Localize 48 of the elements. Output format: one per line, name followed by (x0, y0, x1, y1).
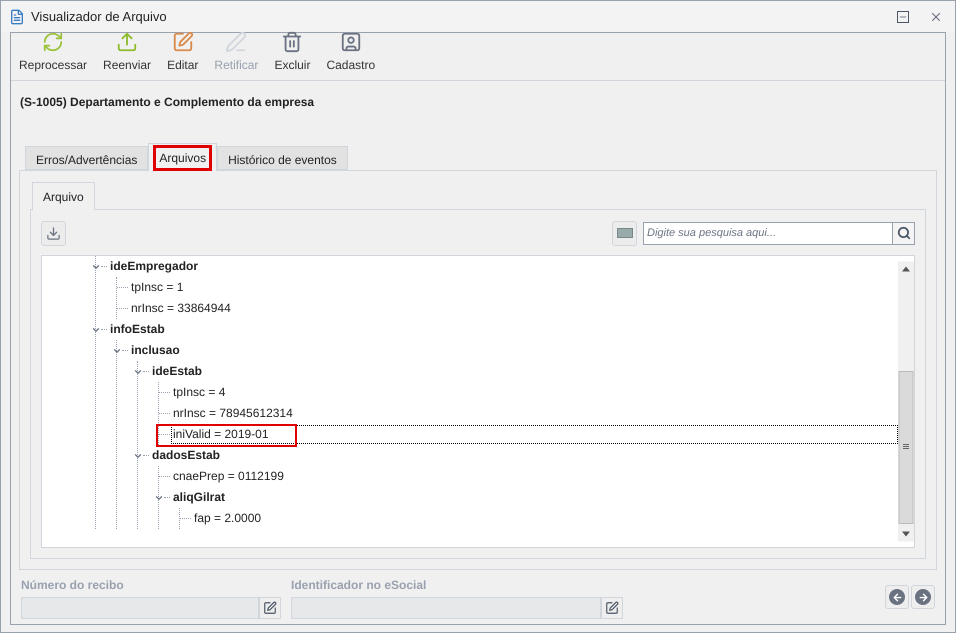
toolbar-button[interactable]: Excluir (274, 31, 310, 74)
tree-leaf[interactable]: nrInsc = 33864944 (129, 299, 233, 318)
toolbar-button[interactable]: Editar (167, 31, 198, 74)
previous-button[interactable] (885, 585, 909, 609)
tree-leaf[interactable]: cnaePrep = 0112199 (171, 467, 286, 486)
trash-icon (281, 31, 304, 53)
tree-node[interactable]: ideEstab (150, 362, 204, 381)
tab[interactable]: Arquivos (148, 143, 218, 171)
xml-button[interactable] (612, 220, 637, 246)
search-button[interactable] (893, 222, 915, 244)
tree-leaf[interactable]: fap = 2.0000 (192, 509, 264, 528)
toolbar-button[interactable]: Cadastro (326, 31, 376, 74)
edit-icon (263, 601, 277, 615)
app-icon (9, 8, 25, 24)
tree-leaf[interactable]: tpInsc = 1 (129, 278, 186, 297)
arrow-right-icon (918, 592, 928, 602)
download-icon (46, 226, 61, 240)
download-button[interactable] (41, 220, 66, 246)
user-card-icon (340, 31, 362, 53)
tree-leaf[interactable]: nrInsc = 78945612314 (171, 404, 295, 423)
tab[interactable]: Erros/Advertências (25, 146, 148, 170)
edit-icon (605, 601, 619, 615)
tree-node[interactable]: aliqGilrat (171, 488, 228, 507)
search-icon (896, 226, 910, 240)
tree-node[interactable]: dadosEstab (150, 446, 222, 465)
edit-button[interactable] (601, 597, 623, 619)
upload-icon (116, 31, 138, 53)
tab[interactable]: Histórico de eventos (217, 146, 348, 170)
arrow-left-icon (892, 592, 902, 602)
refresh-icon (42, 31, 64, 53)
tree-node[interactable]: ideEmpregador (108, 257, 200, 276)
edit-icon (172, 31, 194, 53)
field-label: Número do recibo (21, 577, 125, 594)
edit-button[interactable] (259, 597, 281, 619)
tab[interactable]: Arquivo (32, 182, 95, 210)
pen-icon (225, 31, 248, 53)
heading: (S-1005) Departamento e Complemento da empresa (19, 94, 316, 111)
tree-leaf[interactable]: iniValid = 2019-01 (171, 425, 898, 444)
restore-icon[interactable] (897, 10, 909, 22)
search-field[interactable]: Digite sua pesquisa aqui... (643, 222, 893, 244)
tree-node[interactable]: infoEstab (108, 320, 167, 339)
next-button[interactable] (911, 585, 935, 609)
toolbar-button[interactable]: Reprocessar (19, 31, 88, 74)
tree-node[interactable]: inclusao (129, 341, 182, 360)
tree-leaf[interactable]: tpInsc = 4 (171, 383, 228, 402)
window-title: Visualizador de Arquivo (31, 8, 167, 26)
toolbar-button[interactable]: Reenviar (103, 31, 152, 74)
field-label: Identificador no eSocial (291, 577, 428, 594)
